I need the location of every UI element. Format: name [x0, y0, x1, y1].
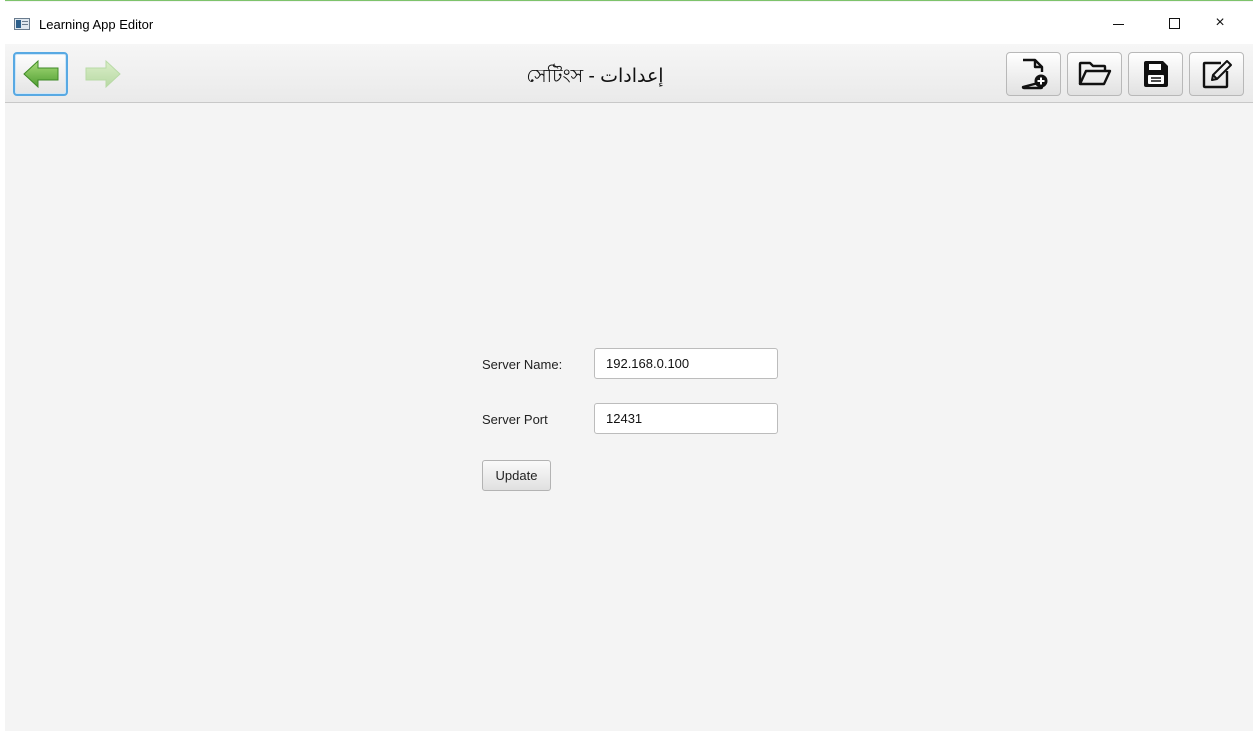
maximize-button[interactable]: [1151, 8, 1197, 38]
server-name-input[interactable]: [594, 348, 778, 379]
new-file-icon: [1021, 58, 1047, 90]
app-window: Learning App Editor × সেটিংস - إعدادات S…: [5, 0, 1253, 731]
toolbar: সেটিংস - إعدادات: [5, 44, 1253, 103]
close-button[interactable]: ×: [1197, 8, 1243, 38]
edit-icon: [1202, 60, 1232, 89]
update-button[interactable]: Update: [482, 460, 551, 491]
save-icon: [1143, 61, 1168, 87]
title-bar[interactable]: Learning App Editor ×: [5, 2, 1253, 44]
open-button[interactable]: [1067, 52, 1122, 96]
window-title: Learning App Editor: [39, 17, 154, 32]
open-folder-icon: [1078, 61, 1111, 86]
server-port-label: Server Port: [482, 412, 548, 427]
server-port-input[interactable]: [594, 403, 778, 434]
server-name-label: Server Name:: [482, 357, 563, 372]
new-file-button[interactable]: [1006, 52, 1061, 96]
minimize-button[interactable]: [1095, 8, 1141, 38]
arrow-left-icon: [22, 59, 58, 89]
edit-button[interactable]: [1189, 52, 1244, 96]
app-icon: [14, 18, 30, 30]
back-button[interactable]: [13, 52, 68, 96]
minimize-icon: [1112, 23, 1124, 25]
forward-button[interactable]: [75, 52, 130, 96]
arrow-right-icon: [85, 59, 121, 89]
close-icon: ×: [1215, 14, 1225, 31]
page-title: সেটিংস - إعدادات: [526, 66, 664, 87]
maximize-icon: [1168, 17, 1180, 29]
save-button[interactable]: [1128, 52, 1183, 96]
